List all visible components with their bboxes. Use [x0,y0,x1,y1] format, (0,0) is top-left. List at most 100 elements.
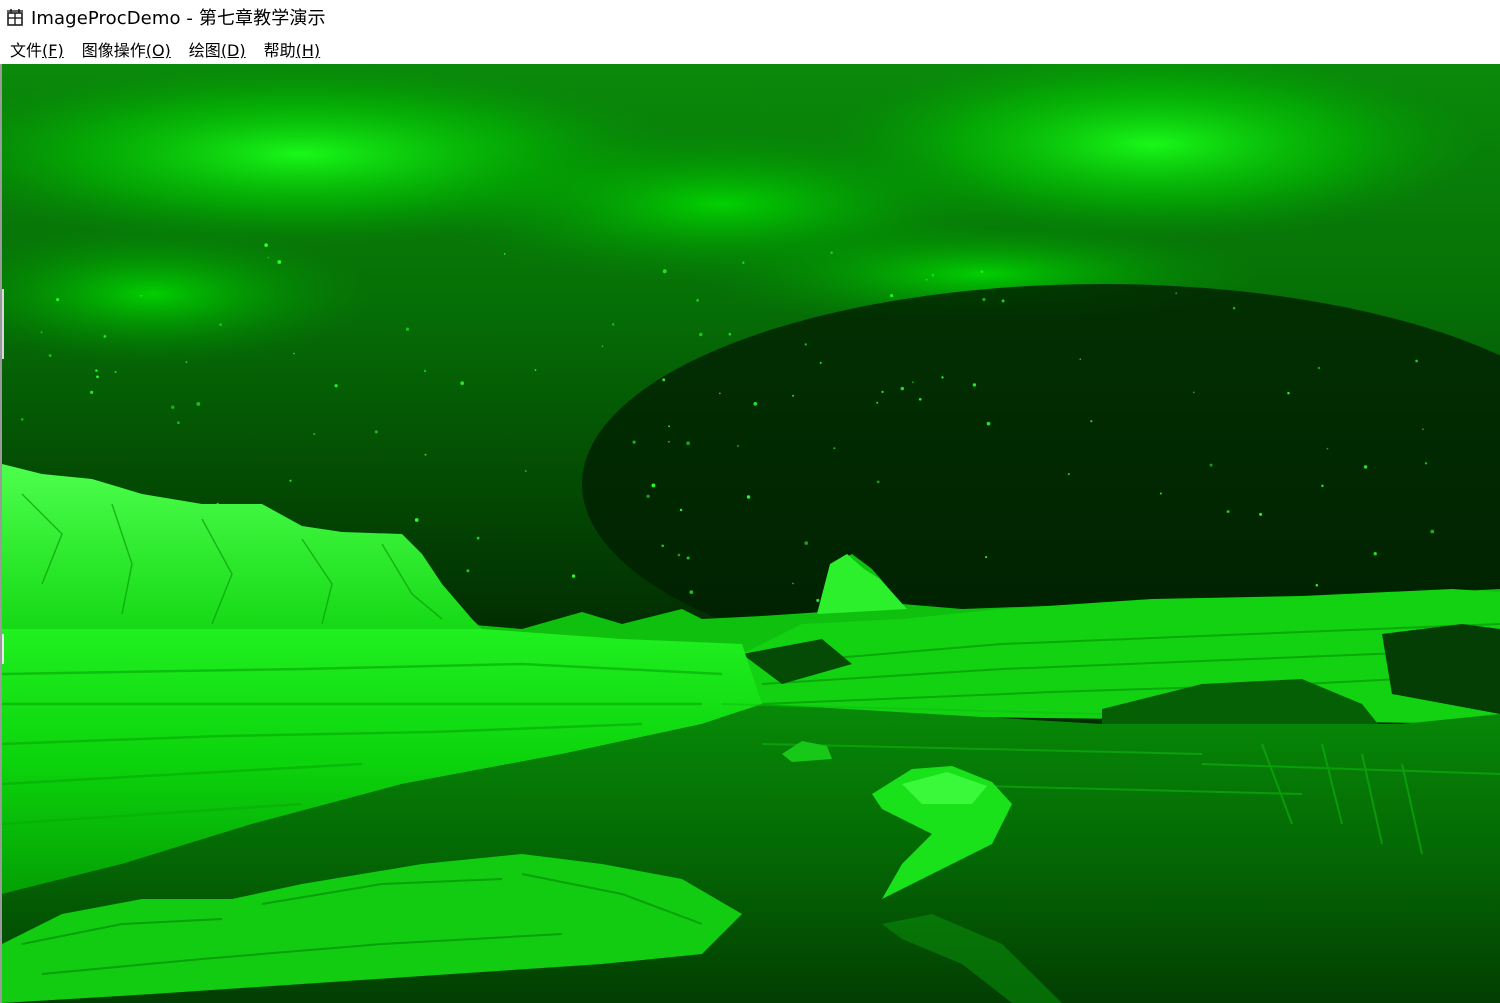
star [941,376,944,379]
star [737,444,739,447]
green-tinted-landscape-image [2,64,1500,1003]
star [1317,366,1320,370]
star [804,343,808,346]
star [1430,529,1435,534]
star [534,369,537,371]
menu-file-label: 文件 [10,41,43,60]
star [103,335,107,338]
star [177,421,180,425]
menu-draw[interactable]: 绘图(D) [181,34,254,64]
star [414,518,419,522]
star [460,381,465,385]
star [1363,465,1368,469]
star [662,378,666,382]
star [728,332,732,336]
star [1315,584,1319,587]
star [931,273,935,277]
window-title: ImageProcDemo - 第七章教学演示 [31,8,326,29]
star [980,270,984,273]
star [114,370,117,374]
star [1090,420,1093,423]
star [972,383,977,387]
star [1192,391,1195,394]
star [611,323,615,326]
star [277,260,282,264]
star [334,384,338,388]
menu-help[interactable]: 帮助(H) [256,34,329,64]
menu-draw-label: 绘图 [188,41,221,60]
title-bar[interactable]: ImageProcDemo - 第七章教学演示 [0,0,1500,34]
menu-bar: 文件(F) 图像操作(O) 绘图(D) 帮助(H) [0,34,1500,64]
menu-draw-mnemonic: (D) [220,41,246,60]
menu-image-operations-mnemonic: (O) [145,41,171,60]
star [1226,510,1230,513]
star [1259,512,1263,516]
app-window-icon [5,7,25,27]
star [1232,306,1236,310]
star [1422,428,1424,431]
star [423,369,427,373]
star [686,556,690,560]
star [1321,484,1324,488]
menu-file[interactable]: 文件(F) [2,34,72,64]
star [686,441,690,446]
star [289,479,292,482]
star [48,353,52,358]
star [753,401,758,406]
star [476,536,480,540]
left-edge-indicator [2,289,4,359]
star [792,582,794,585]
star [982,297,986,302]
star [677,553,681,557]
star [876,480,880,484]
star [571,574,576,578]
star [1159,492,1162,495]
star [833,447,836,450]
star [466,569,470,573]
menu-image-operations[interactable]: 图像操作(O) [74,34,179,64]
star [1175,292,1178,295]
star [1326,447,1329,450]
star [601,345,604,348]
star [524,470,527,472]
star [1373,552,1377,556]
star [632,440,636,444]
star [876,401,879,404]
star [293,352,295,355]
menu-image-operations-label: 图像操作 [81,41,146,60]
left-edge-indicator [2,634,4,664]
star [1209,463,1213,467]
star [1287,391,1290,395]
star [986,421,991,426]
star [313,432,316,436]
star [196,401,201,406]
star [96,375,99,379]
menu-help-label: 帮助 [263,41,296,60]
star [742,261,745,264]
star [985,556,988,559]
star [830,251,833,254]
star [679,508,683,512]
star [889,293,894,298]
star [20,418,24,421]
star [1424,462,1428,465]
star [668,425,670,428]
star [1067,472,1070,476]
star [651,483,656,488]
image-canvas[interactable] [0,64,1500,1003]
star [804,541,809,545]
star [503,253,506,255]
star [819,361,822,364]
star [746,495,751,499]
star [661,544,665,548]
star [699,332,703,337]
star [1001,299,1005,303]
star [264,243,268,247]
star [689,590,694,594]
star [911,381,914,384]
star [140,294,143,297]
star [900,386,905,391]
star [424,453,427,456]
star [95,369,98,372]
menu-help-mnemonic: (H) [295,41,321,60]
